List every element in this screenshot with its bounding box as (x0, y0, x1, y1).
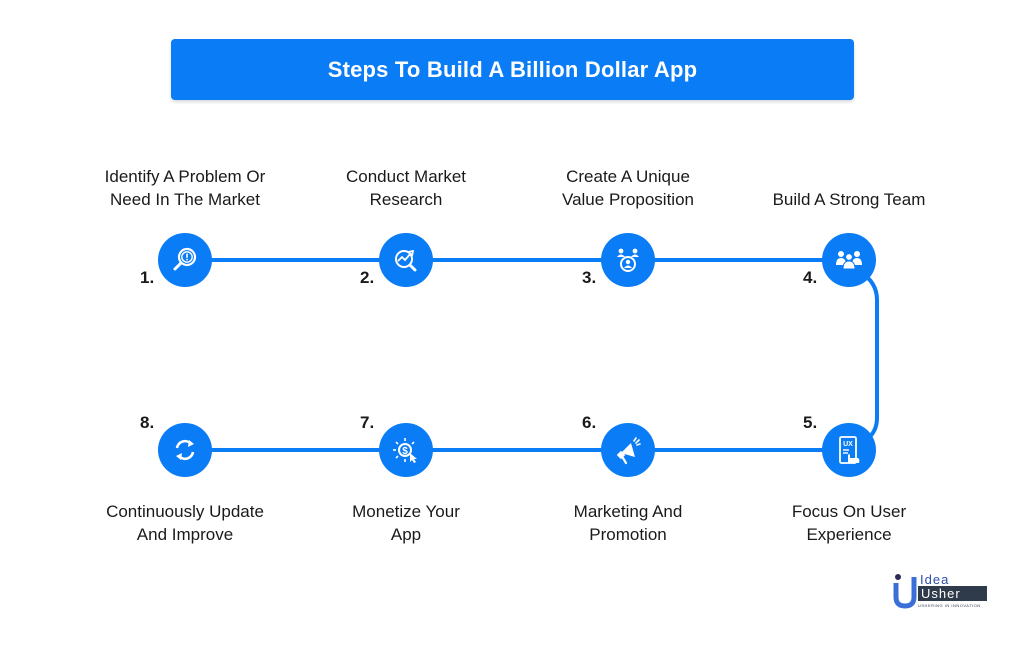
step-2-node (379, 233, 433, 287)
megaphone-icon (616, 437, 641, 465)
logo-text-idea: Idea (920, 572, 950, 587)
step-1-label: Identify A Problem Or Need In The Market (104, 167, 266, 209)
ux-touch-icon: UX (839, 436, 860, 464)
logo-text-usher: Usher (918, 586, 987, 601)
market-research-icon (395, 249, 417, 272)
step-8-label: Continuously Update And Improve (106, 502, 264, 544)
search-alert-icon (173, 247, 197, 271)
step-1-number: 1. (140, 268, 155, 287)
step-5-node: UX (822, 423, 876, 477)
user-group-focus-icon (617, 248, 639, 272)
step-6-number: 6. (582, 413, 597, 432)
logo-tagline: ushering in innovation (918, 603, 981, 608)
svg-text:UX: UX (843, 441, 853, 448)
step-4-number: 4. (803, 268, 818, 287)
step-7-node: $ (379, 423, 433, 477)
step-4-label: Build A Strong Team (772, 190, 926, 209)
step-7-label: Monetize Your App (352, 502, 460, 544)
idea-usher-logo: Idea Usher ushering in innovation (893, 572, 988, 612)
step-8-number: 8. (140, 413, 155, 432)
step-7-number: 7. (360, 413, 375, 432)
step-3-node (601, 233, 655, 287)
step-2-number: 2. (360, 268, 375, 287)
dollar-click-icon: $ (393, 438, 417, 463)
refresh-icon (175, 439, 195, 461)
connector-path (185, 258, 879, 452)
step-5-number: 5. (803, 413, 818, 432)
step-6-node (601, 423, 655, 477)
step-4-node (822, 233, 876, 287)
step-5-label: Focus On User Experience (791, 502, 907, 544)
team-icon (836, 251, 862, 270)
step-3-label: Create A Unique Value Proposition (562, 167, 694, 209)
step-1-node (158, 233, 212, 287)
step-8-node (158, 423, 212, 477)
step-2-label: Conduct Market Research (346, 167, 466, 209)
svg-text:$: $ (402, 446, 408, 457)
side-connector (858, 270, 879, 442)
step-6-label: Marketing And Promotion (573, 502, 683, 544)
step-3-number: 3. (582, 268, 597, 287)
